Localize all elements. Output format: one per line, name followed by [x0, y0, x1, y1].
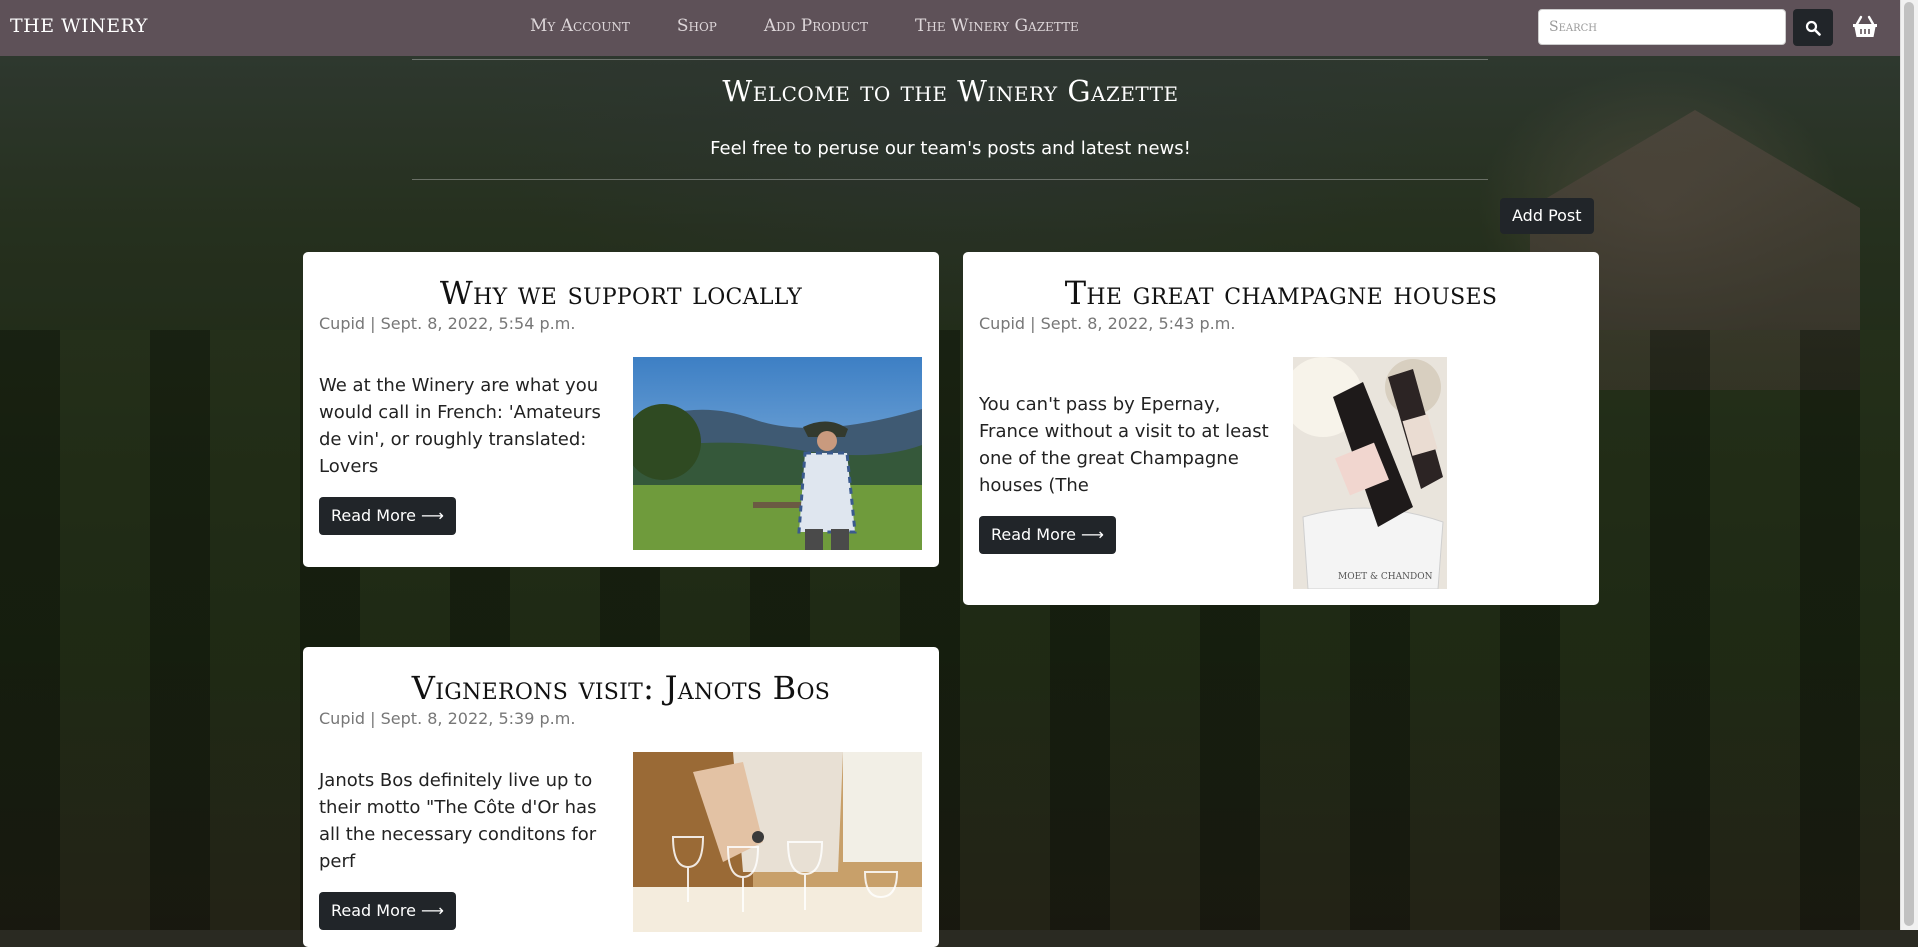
- bucket-label-art: MOET & CHANDON: [1338, 572, 1433, 582]
- post-image-farmer: [633, 357, 922, 550]
- page-subtitle: Feel free to peruse our team's posts and…: [710, 138, 1191, 159]
- search-input[interactable]: [1538, 9, 1786, 45]
- post-title[interactable]: Why we support locally: [303, 274, 939, 312]
- nav-link-gazette[interactable]: The Winery Gazette: [915, 16, 1079, 36]
- read-more-button[interactable]: Read More ⟶: [319, 497, 456, 535]
- nav-link-my-account[interactable]: My Account: [530, 16, 630, 36]
- add-post-button[interactable]: Add Post: [1500, 198, 1594, 234]
- post-meta: Cupid | Sept. 8, 2022, 5:39 p.m.: [319, 709, 576, 728]
- post-card: Vignerons visit: Janots Bos Cupid | Sept…: [303, 647, 939, 947]
- post-title[interactable]: The great champagne houses: [963, 274, 1599, 312]
- post-image-champagne: MOET & CHANDON: [1293, 357, 1447, 589]
- nav-link-add-product[interactable]: Add Product: [764, 16, 868, 36]
- basket-icon[interactable]: [1850, 12, 1880, 42]
- post-card: The great champagne houses Cupid | Sept.…: [963, 252, 1599, 605]
- header-divider-bottom: [412, 179, 1488, 180]
- read-more-button[interactable]: Read More ⟶: [979, 516, 1116, 554]
- post-excerpt: You can't pass by Epernay, France withou…: [979, 394, 1269, 496]
- page-title: Welcome to the Winery Gazette: [722, 74, 1179, 108]
- post-meta: Cupid | Sept. 8, 2022, 5:54 p.m.: [319, 314, 576, 333]
- post-image-wine-pouring: [633, 752, 922, 932]
- search-button[interactable]: [1793, 9, 1833, 46]
- page-scrollbar[interactable]: [1900, 0, 1918, 930]
- brand-logo[interactable]: THE WINERY: [10, 15, 148, 37]
- post-meta: Cupid | Sept. 8, 2022, 5:43 p.m.: [979, 314, 1236, 333]
- search-icon: [1805, 20, 1821, 36]
- read-more-button[interactable]: Read More ⟶: [319, 892, 456, 930]
- header-divider-top: [412, 59, 1488, 60]
- scrollbar-thumb[interactable]: [1904, 2, 1914, 926]
- nav-link-shop[interactable]: Shop: [677, 16, 717, 36]
- post-card: Why we support locally Cupid | Sept. 8, …: [303, 252, 939, 567]
- post-title[interactable]: Vignerons visit: Janots Bos: [303, 669, 939, 707]
- nav-links: My Account Shop Add Product The Winery G…: [530, 16, 1126, 36]
- top-navbar: THE WINERY My Account Shop Add Product T…: [0, 0, 1901, 56]
- post-excerpt: Janots Bos definitely live up to their m…: [319, 770, 597, 872]
- post-excerpt: We at the Winery are what you would call…: [319, 375, 601, 477]
